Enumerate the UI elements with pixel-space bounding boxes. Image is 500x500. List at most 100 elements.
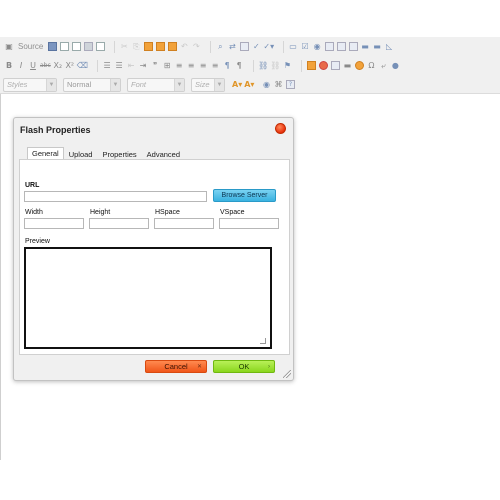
width-label: Width — [25, 209, 43, 216]
chevron-down-icon: ▼ — [214, 78, 224, 91]
redo-icon[interactable]: ↷ — [191, 40, 201, 53]
toolbar-separator — [210, 40, 212, 53]
textarea-icon[interactable] — [336, 40, 346, 53]
numbered-list-icon[interactable]: ☰ — [102, 59, 112, 72]
smiley-icon[interactable] — [354, 59, 364, 72]
radio-icon[interactable]: ◉ — [312, 40, 322, 53]
checkbox-icon[interactable]: ☑ — [300, 40, 310, 53]
size-combo-text: Size — [195, 80, 210, 89]
subscript-icon[interactable]: X₂ — [53, 59, 63, 72]
height-field[interactable] — [89, 218, 149, 229]
preview-area — [24, 247, 272, 349]
bg-color-icon[interactable]: A▾ — [244, 78, 254, 91]
source-button[interactable]: Source — [16, 40, 45, 53]
print-icon[interactable] — [83, 40, 93, 53]
toolbar-separator — [283, 40, 285, 53]
bulleted-list-icon[interactable]: ☰ — [114, 59, 124, 72]
paste-icon[interactable] — [143, 40, 153, 53]
form-icon[interactable]: ▭ — [288, 40, 298, 53]
indent-icon[interactable]: ⇥ — [138, 59, 148, 72]
size-combo[interactable]: Size ▼ — [191, 77, 225, 92]
font-combo-text: Font — [131, 80, 147, 89]
source-icon[interactable]: ▣ — [4, 40, 14, 53]
textfield-icon[interactable] — [324, 40, 334, 53]
remove-format-icon[interactable]: ⌫ — [77, 59, 88, 72]
copy-icon[interactable]: ⎘ — [131, 40, 141, 53]
ok-button[interactable]: OK › — [213, 360, 275, 373]
horizontal-rule-icon[interactable]: ▬ — [342, 59, 352, 72]
dialog-body: General Upload Properties Advanced URL B… — [19, 145, 290, 355]
ltr-icon[interactable]: ¶ — [222, 59, 232, 72]
format-combo[interactable]: Normal ▼ — [63, 77, 121, 92]
width-field[interactable] — [24, 218, 84, 229]
preview-label: Preview — [25, 238, 50, 245]
italic-icon[interactable]: I — [16, 59, 26, 72]
button-field-icon[interactable]: ▬ — [360, 40, 370, 53]
anchor-icon[interactable]: ⚑ — [282, 59, 292, 72]
image-button-icon[interactable]: ▬ — [372, 40, 382, 53]
url-field[interactable] — [24, 191, 207, 202]
cut-icon[interactable]: ✂ — [119, 40, 129, 53]
flash-icon[interactable] — [318, 59, 328, 72]
spellcheck-icon[interactable]: ✓ — [251, 40, 261, 53]
paste-text-icon[interactable] — [155, 40, 165, 53]
show-blocks-icon[interactable]: ⌘ — [273, 78, 283, 91]
height-label: Height — [90, 209, 111, 216]
font-combo[interactable]: Font ▼ — [127, 77, 185, 92]
align-left-icon[interactable]: ≡ — [174, 59, 184, 72]
maximize-icon[interactable]: ◉ — [261, 78, 271, 91]
underline-icon[interactable]: U — [28, 59, 38, 72]
select-all-icon[interactable] — [239, 40, 249, 53]
align-center-icon[interactable]: ≡ — [186, 59, 196, 72]
toolbar-group-links: ⛓ ⛓ ⚑ — [257, 58, 293, 73]
unlink-icon[interactable]: ⛓ — [270, 59, 280, 72]
toolbar-row-3: Styles ▼ Normal ▼ Font ▼ Size ▼ A▾ A▾ ◉ … — [3, 76, 497, 93]
blockquote-icon[interactable]: ❞ — [150, 59, 160, 72]
align-justify-icon[interactable]: ≡ — [210, 59, 220, 72]
strikethrough-icon[interactable]: abc — [40, 59, 51, 72]
about-icon[interactable]: ? — [285, 78, 295, 91]
toolbar-group-colors: A▾ A▾ — [231, 77, 255, 92]
hidden-field-icon[interactable]: ◺ — [384, 40, 394, 53]
spellcheck-dropdown-icon[interactable]: ✓▾ — [263, 40, 274, 53]
iframe-icon[interactable]: ● — [390, 59, 400, 72]
cancel-button[interactable]: Cancel ✕ — [145, 360, 207, 373]
find-icon[interactable]: ⌕ — [215, 40, 225, 53]
templates-icon[interactable] — [95, 40, 105, 53]
styles-combo[interactable]: Styles ▼ — [3, 77, 57, 92]
close-icon[interactable] — [275, 123, 286, 134]
page-break-icon[interactable]: ⤶ — [378, 59, 388, 72]
preview-icon[interactable] — [71, 40, 81, 53]
save-icon[interactable] — [47, 40, 57, 53]
flash-properties-dialog: Flash Properties General Upload Properti… — [13, 117, 294, 381]
ok-button-label: OK — [238, 362, 250, 371]
dialog-resize-icon[interactable] — [283, 370, 291, 378]
close-icon: ✕ — [196, 364, 202, 370]
outdent-icon[interactable]: ⇤ — [126, 59, 136, 72]
editor-left-border — [0, 94, 1, 460]
superscript-icon[interactable]: X² — [65, 59, 75, 72]
table-icon[interactable] — [330, 59, 340, 72]
browse-server-button[interactable]: Browse Server — [213, 189, 276, 202]
bold-icon[interactable]: B — [4, 59, 14, 72]
toolbar-separator — [114, 40, 116, 53]
vspace-field[interactable] — [219, 218, 279, 229]
align-right-icon[interactable]: ≡ — [198, 59, 208, 72]
div-icon[interactable]: ⊞ — [162, 59, 172, 72]
rtl-icon[interactable]: ¶ — [234, 59, 244, 72]
hspace-field[interactable] — [154, 218, 214, 229]
special-char-icon[interactable]: Ω — [366, 59, 376, 72]
replace-icon[interactable]: ⇄ — [227, 40, 237, 53]
paste-word-icon[interactable] — [167, 40, 177, 53]
undo-icon[interactable]: ↶ — [179, 40, 189, 53]
new-page-icon[interactable] — [59, 40, 69, 53]
chevron-down-icon: ▼ — [110, 78, 120, 91]
image-icon[interactable] — [306, 59, 316, 72]
text-color-icon[interactable]: A▾ — [232, 78, 242, 91]
chevron-down-icon: ▼ — [46, 78, 56, 91]
select-field-icon[interactable] — [348, 40, 358, 53]
link-icon[interactable]: ⛓ — [258, 59, 268, 72]
resize-grip-icon[interactable] — [260, 338, 266, 344]
toolbar-group-document: ▣ Source — [3, 39, 106, 54]
editor-toolbar: ▣ Source ✂ ⎘ ↶ ↷ ⌕ ⇄ ✓ ✓▾ ▭ ☑ ◉ ▬ ▬ ◺ B … — [0, 37, 500, 94]
